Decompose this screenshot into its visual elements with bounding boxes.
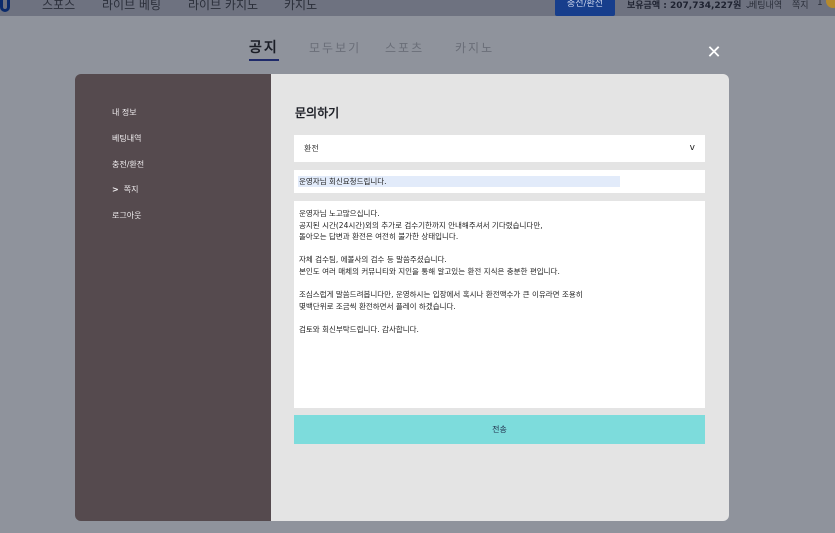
message-textarea[interactable]: 운영자님 노고많으십니다. 공지된 시간(24시간)외의 추가로 검수기한까지 … (294, 201, 705, 408)
tab-notice[interactable]: 공지 (249, 37, 279, 61)
page-title: 문의하기 (295, 106, 340, 120)
sidebar-item-betting-history[interactable]: 베팅내역 (112, 133, 141, 144)
nav-item-sports[interactable]: 스포스 (42, 0, 75, 13)
sidebar: 내 정보 베팅내역 충전/환전 > 쪽지 로그아웃 (75, 74, 271, 521)
charge-exchange-button[interactable]: 충전/환전 (555, 0, 615, 16)
send-button[interactable]: 전송 (294, 415, 705, 444)
note-link[interactable]: 쪽지 (792, 0, 809, 11)
sidebar-item-label: 쪽지 (123, 185, 139, 194)
close-icon[interactable]: ✕ (706, 44, 722, 62)
note-count-badge: 1 (817, 0, 823, 8)
tab-sports[interactable]: 스포츠 (385, 39, 424, 56)
nav-item-live-betting[interactable]: 라이브 베팅 (102, 0, 161, 13)
sidebar-item-logout[interactable]: 로그아웃 (112, 210, 141, 221)
tab-casino[interactable]: 카지노 (455, 39, 494, 56)
sidebar-item-notes[interactable]: > 쪽지 (112, 184, 138, 195)
chevron-down-icon: v (689, 143, 695, 153)
avatar[interactable] (826, 0, 835, 8)
balance-text: 보유금액 : 207,734,227원 (627, 1, 742, 11)
subject-input[interactable]: 운영자님 회신요청드립니다. (294, 170, 705, 193)
chevron-right-icon: > (112, 185, 119, 194)
top-navigation: 스포스 라이브 베팅 라이브 카지노 카지노 충전/환전 보유금액 : 207,… (0, 0, 835, 16)
balance-display[interactable]: 보유금액 : 207,734,227원 ⌄ (627, 0, 751, 11)
nav-item-casino[interactable]: 카지노 (284, 0, 317, 13)
message-textarea-value: 운영자님 노고많으십니다. 공지된 시간(24시간)외의 추가로 검수기한까지 … (299, 209, 583, 334)
subject-input-value: 운영자님 회신요청드립니다. (299, 177, 387, 186)
nav-item-live-casino[interactable]: 라이브 카지노 (188, 0, 258, 13)
category-select-value: 환전 (304, 144, 319, 153)
sidebar-item-charge-exchange[interactable]: 충전/환전 (112, 159, 144, 170)
category-select[interactable]: 환전 v (294, 135, 705, 162)
sidebar-item-my-info[interactable]: 내 정보 (112, 107, 137, 118)
betting-history-link[interactable]: 베팅내역 (749, 0, 782, 11)
inquiry-modal: 내 정보 베팅내역 충전/환전 > 쪽지 로그아웃 문의하기 환전 v 운영자님 … (75, 74, 729, 521)
tab-all[interactable]: 모두보기 (309, 39, 361, 56)
logo-mark-icon[interactable] (0, 0, 10, 12)
inquiry-panel: 문의하기 환전 v 운영자님 회신요청드립니다. 운영자님 노고많으십니다. 공… (271, 74, 729, 521)
